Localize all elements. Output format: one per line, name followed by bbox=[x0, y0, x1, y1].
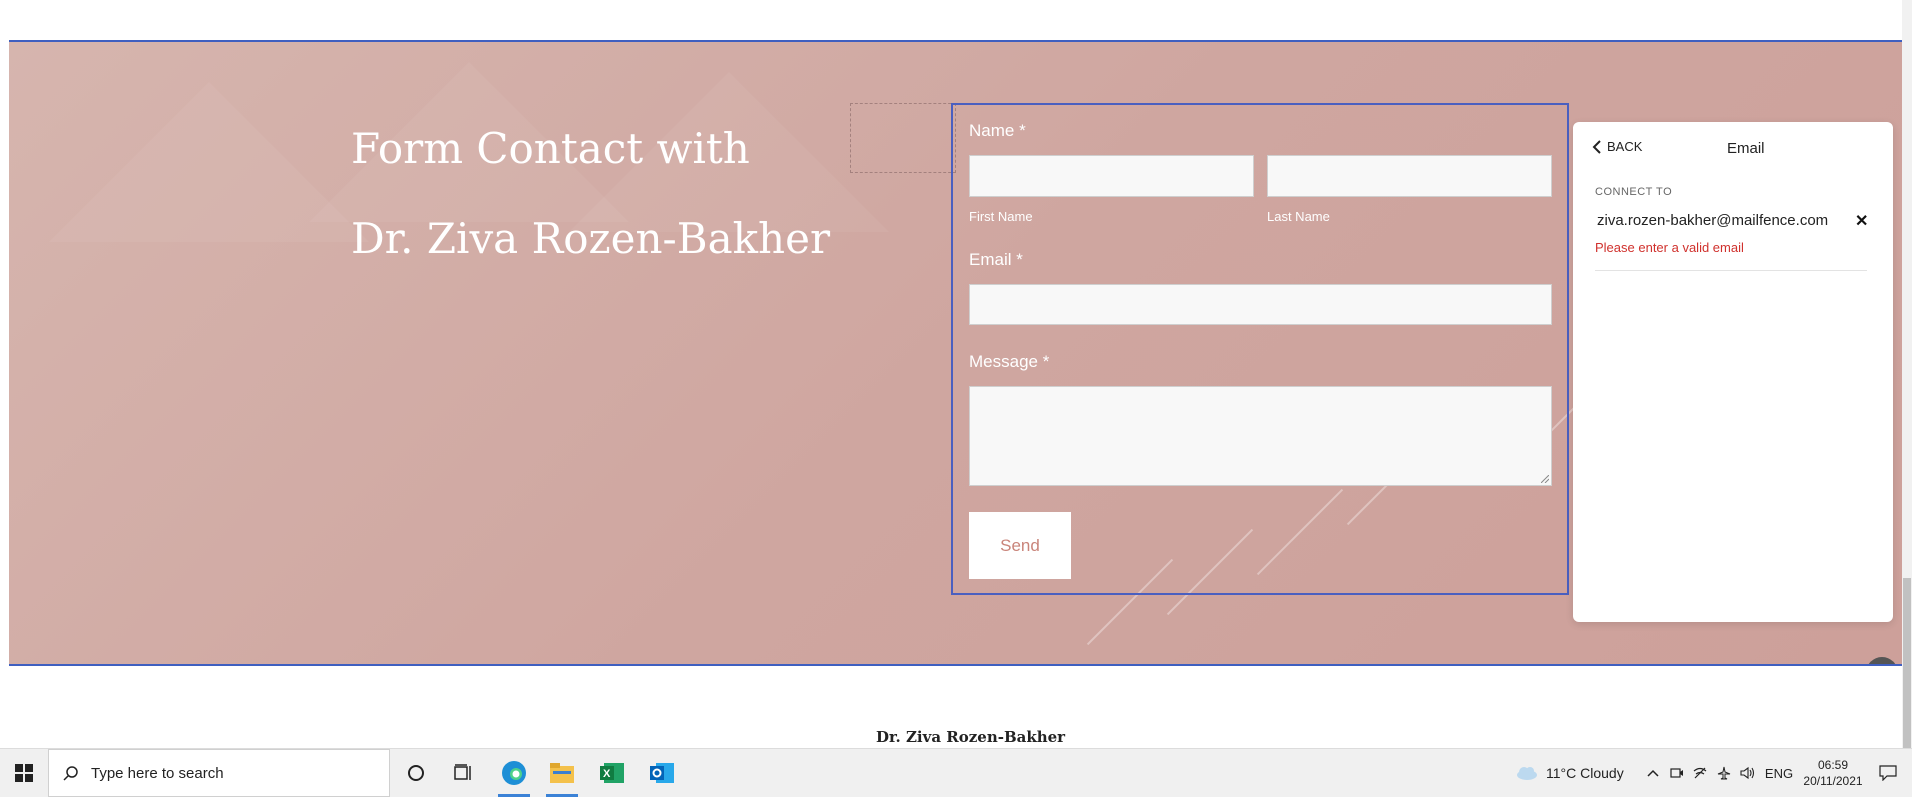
play-button[interactable] bbox=[1866, 657, 1898, 664]
tray-airplane-mode[interactable] bbox=[1713, 749, 1735, 797]
show-hidden-icons-button[interactable] bbox=[1642, 749, 1664, 797]
email-address-field[interactable]: ziva.rozen-bakher@mailfence.com bbox=[1597, 212, 1828, 229]
airplane-icon bbox=[1717, 766, 1731, 780]
excel-icon: X bbox=[600, 763, 624, 783]
chevron-up-icon bbox=[1647, 769, 1659, 777]
email-input[interactable] bbox=[969, 284, 1552, 325]
tray-language[interactable]: ENG bbox=[1764, 749, 1794, 797]
outlook-icon bbox=[650, 763, 674, 783]
task-view-button[interactable] bbox=[444, 749, 484, 797]
cloud-icon bbox=[1517, 767, 1537, 780]
footer-site-name: Dr. Ziva Rozen-Bakher bbox=[876, 728, 1066, 746]
taskbar-app-outlook[interactable] bbox=[638, 749, 686, 797]
back-label: BACK bbox=[1607, 139, 1643, 154]
connect-to-label: CONNECT TO bbox=[1595, 186, 1673, 198]
windows-logo-icon bbox=[15, 764, 33, 782]
taskbar-app-explorer[interactable] bbox=[538, 749, 586, 797]
last-name-sublabel: Last Name bbox=[1267, 209, 1330, 224]
task-view-icon bbox=[454, 764, 471, 780]
network-disconnected-icon bbox=[1693, 767, 1707, 779]
taskbar-app-edge[interactable] bbox=[490, 749, 538, 797]
panel-title: Email bbox=[1727, 140, 1765, 157]
link-settings-panel: BACK Email CONNECT TO ziva.rozen-bakher@… bbox=[1573, 122, 1893, 622]
chevron-left-icon bbox=[1592, 139, 1601, 154]
windows-taskbar: Type here to search X 11°C Cloudy ENG 06… bbox=[0, 748, 1912, 797]
search-icon bbox=[63, 766, 78, 781]
taskbar-search-box[interactable]: Type here to search bbox=[48, 749, 390, 797]
tray-network-off[interactable] bbox=[1689, 749, 1711, 797]
first-name-sublabel: First Name bbox=[969, 209, 1033, 224]
clock-time: 06:59 bbox=[1817, 758, 1849, 772]
message-label: Message * bbox=[969, 352, 1050, 371]
tray-volume[interactable] bbox=[1737, 749, 1759, 797]
tray-clock[interactable]: 06:59 20/11/2021 bbox=[1798, 749, 1868, 797]
resize-handle-icon[interactable] bbox=[1541, 475, 1549, 483]
validation-error: Please enter a valid email bbox=[1595, 240, 1744, 255]
speaker-icon bbox=[1740, 766, 1755, 780]
svg-text:X: X bbox=[603, 768, 611, 780]
first-name-input[interactable] bbox=[969, 155, 1254, 197]
cortana-button[interactable] bbox=[396, 749, 436, 797]
name-label: Name * bbox=[969, 121, 1026, 140]
hero-heading-line1: Form Contact with bbox=[351, 124, 750, 173]
back-button[interactable]: BACK bbox=[1591, 139, 1642, 154]
contact-form[interactable]: Name * First Name Last Name Email * Mess… bbox=[951, 103, 1569, 595]
send-button[interactable]: Send bbox=[969, 512, 1071, 579]
email-label: Email * bbox=[969, 250, 1023, 269]
language-indicator: ENG bbox=[1764, 765, 1794, 781]
hero-heading-line2: Dr. Ziva Rozen-Bakher bbox=[351, 214, 831, 263]
empty-block-placeholder[interactable] bbox=[850, 103, 956, 173]
message-textarea[interactable] bbox=[969, 386, 1552, 486]
notification-icon bbox=[1879, 765, 1897, 781]
cortana-icon bbox=[408, 765, 424, 781]
file-explorer-icon bbox=[550, 763, 574, 783]
notification-center-button[interactable] bbox=[1874, 749, 1902, 797]
taskbar-app-excel[interactable]: X bbox=[588, 749, 636, 797]
page-scrollbar[interactable] bbox=[1902, 0, 1912, 748]
search-placeholder: Type here to search bbox=[91, 764, 224, 782]
edge-browser-icon bbox=[502, 761, 526, 785]
clock-date: 20/11/2021 bbox=[1803, 774, 1863, 788]
camera-icon bbox=[1670, 768, 1683, 778]
last-name-input[interactable] bbox=[1267, 155, 1552, 197]
start-button[interactable] bbox=[0, 749, 48, 797]
clear-icon[interactable]: ✕ bbox=[1855, 211, 1868, 231]
tray-meet-now[interactable] bbox=[1666, 749, 1688, 797]
scrollbar-thumb[interactable] bbox=[1903, 578, 1911, 748]
weather-text: 11°C Cloudy bbox=[1546, 765, 1624, 781]
divider bbox=[1595, 270, 1867, 271]
